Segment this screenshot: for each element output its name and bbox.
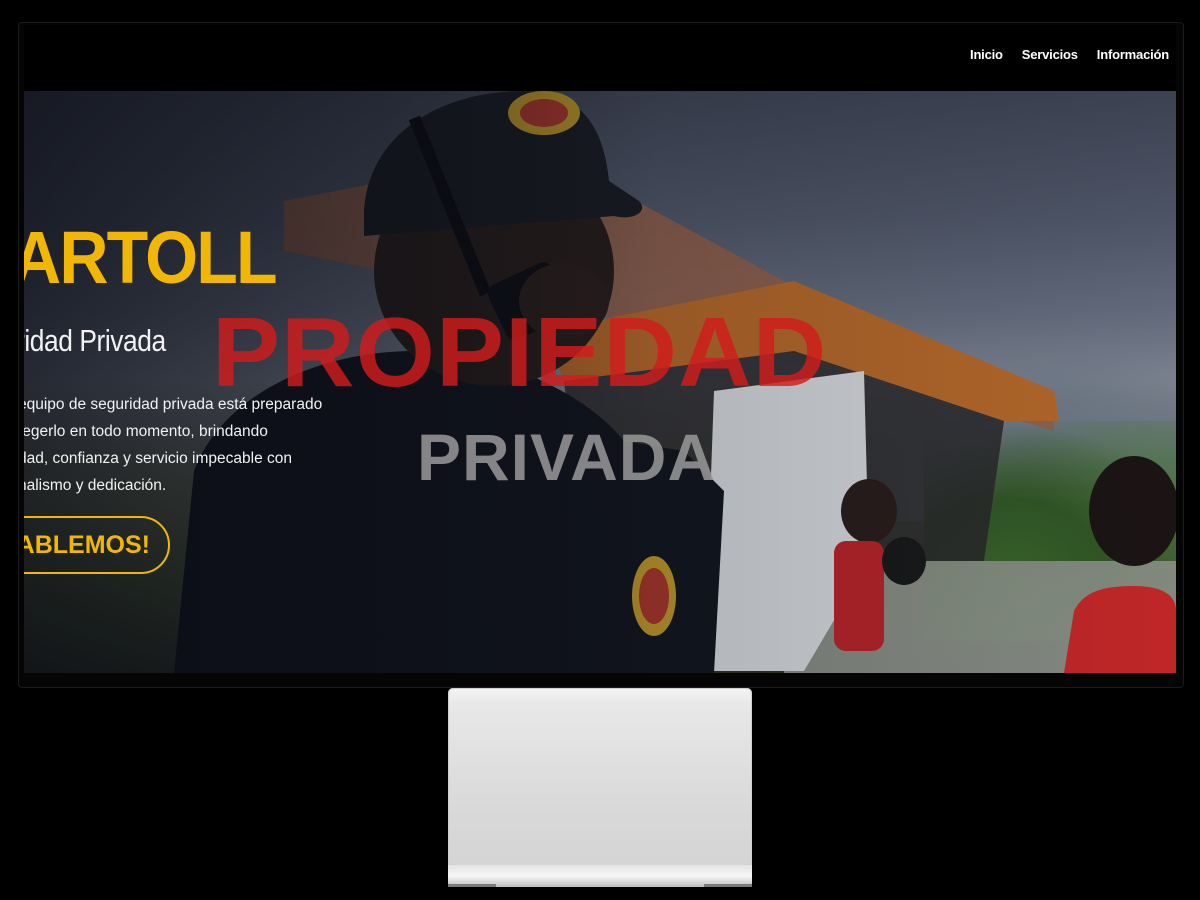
hero-description-line: dad, confianza y servicio impecable con bbox=[24, 450, 292, 467]
hero-description-line: tegerlo en todo momento, brindando bbox=[24, 423, 268, 440]
hero-description: equipo de seguridad privada está prepara… bbox=[24, 391, 438, 499]
hero-banner: PROPIEDAD PRIVADA ARTOLL ridad Privada e… bbox=[24, 91, 1176, 673]
monitor-stand-foot bbox=[704, 884, 752, 887]
hero-description-line: nalismo y dedicación. bbox=[24, 477, 167, 494]
top-navigation: Inicio Servicios Información bbox=[24, 25, 1176, 91]
nav-link-informacion[interactable]: Información bbox=[1097, 47, 1169, 62]
nav-link-servicios[interactable]: Servicios bbox=[1022, 47, 1078, 62]
nav-link-inicio[interactable]: Inicio bbox=[970, 47, 1003, 62]
overlay-title-propiedad: PROPIEDAD bbox=[212, 297, 828, 407]
monitor-stand bbox=[448, 688, 752, 887]
overlay-title-privada: PRIVADA bbox=[417, 420, 717, 494]
brand-title: ARTOLL bbox=[24, 216, 278, 299]
hero-description-line: equipo de seguridad privada está prepara… bbox=[24, 396, 323, 413]
monitor-stand-foot bbox=[448, 884, 496, 887]
nav-links: Inicio Servicios Información bbox=[970, 47, 1169, 62]
brand-subtitle: ridad Privada bbox=[24, 323, 166, 358]
contact-cta-button[interactable]: ABLEMOS! bbox=[24, 516, 170, 574]
